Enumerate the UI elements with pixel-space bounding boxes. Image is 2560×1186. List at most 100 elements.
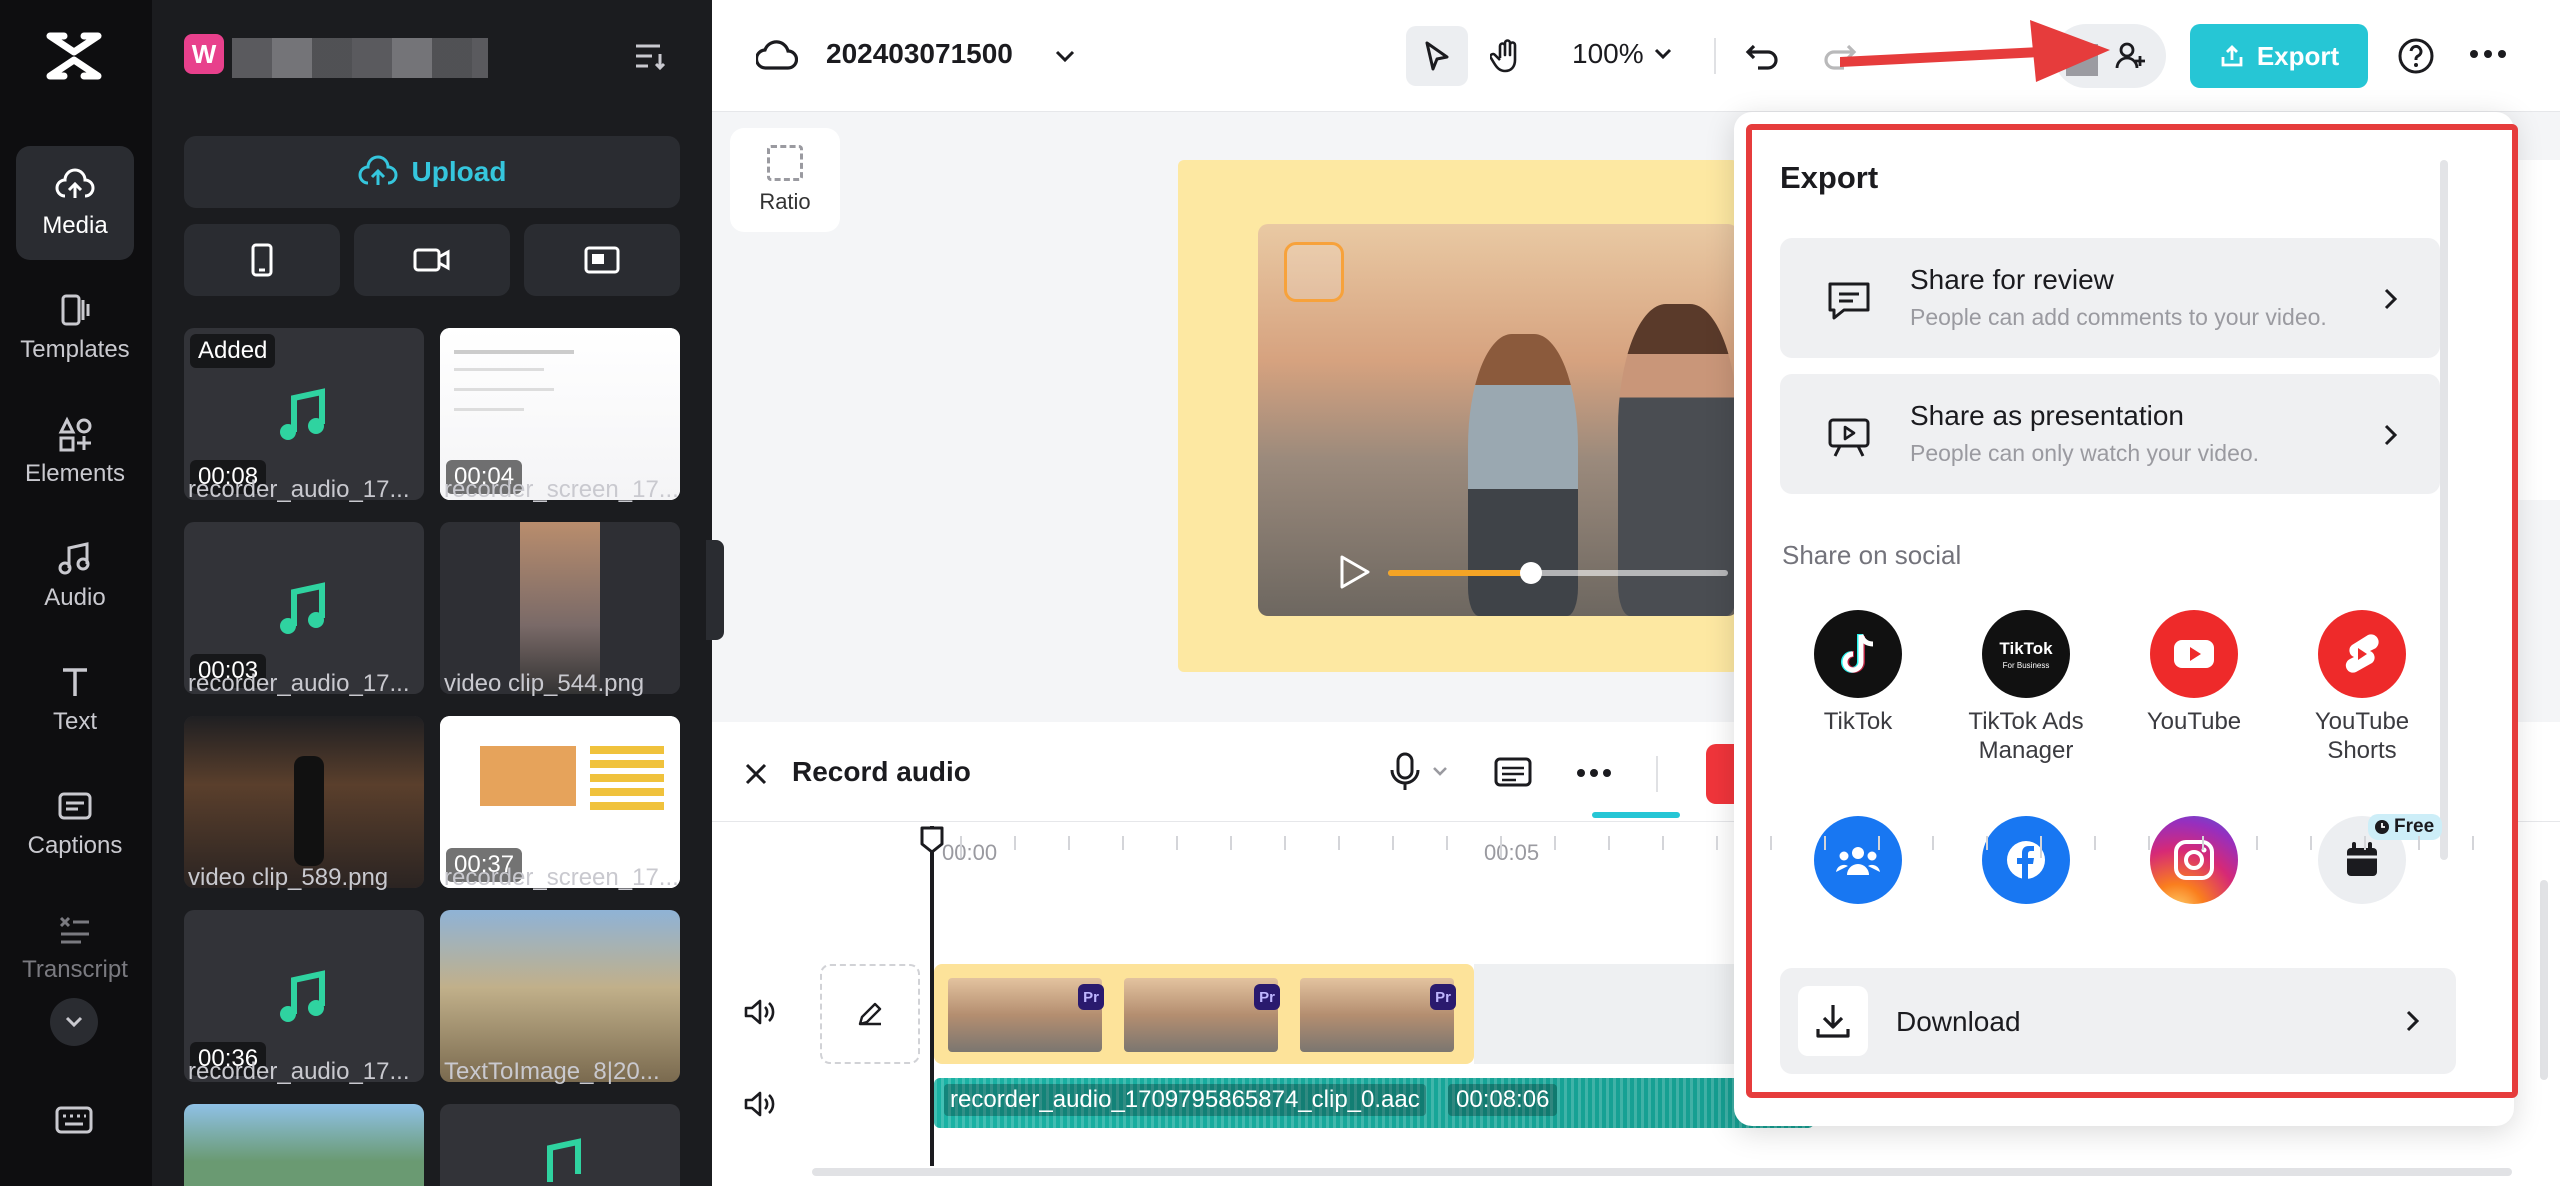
captions-icon xyxy=(58,792,92,820)
media-item[interactable] xyxy=(184,716,424,888)
cloud-upload-icon xyxy=(55,168,95,198)
rail-item-captions[interactable]: Captions xyxy=(16,766,134,880)
chevron-right-icon xyxy=(2384,424,2398,446)
subtitles-icon[interactable] xyxy=(1494,756,1532,788)
ruler-tick xyxy=(1608,836,1610,850)
free-label: Free xyxy=(2394,816,2435,837)
more-options-icon[interactable] xyxy=(1576,768,1612,778)
tiktok-icon xyxy=(1814,610,1902,698)
playhead[interactable] xyxy=(930,826,934,1166)
export-label: Export xyxy=(2256,40,2340,71)
media-item[interactable] xyxy=(440,522,680,694)
edit-track-button[interactable] xyxy=(820,964,920,1064)
media-item[interactable]: Added 00:08 xyxy=(184,328,424,500)
media-item[interactable] xyxy=(184,1104,424,1186)
rail-item-audio[interactable]: Audio xyxy=(16,518,134,632)
rail-label-audio: Audio xyxy=(44,584,106,611)
ruler-tick xyxy=(2364,836,2366,850)
social-instagram[interactable] xyxy=(2114,816,2274,904)
social-youtube[interactable]: YouTube xyxy=(2114,610,2274,737)
phone-upload-button[interactable] xyxy=(184,224,340,296)
social-youtube-shorts[interactable]: YouTube Shorts xyxy=(2282,610,2442,766)
rail-item-media[interactable]: Media xyxy=(16,146,134,260)
playhead-handle[interactable] xyxy=(918,824,946,856)
ratio-icon xyxy=(767,145,803,181)
ruler-tick xyxy=(2418,836,2420,850)
rail-label-elements: Elements xyxy=(24,460,126,487)
select-tool-button[interactable] xyxy=(1406,26,1468,86)
chevron-down-icon[interactable] xyxy=(1052,44,1078,68)
social-tiktok[interactable]: TikTok xyxy=(1778,610,1938,737)
undo-icon[interactable] xyxy=(1742,36,1782,76)
rail-item-elements[interactable]: Elements xyxy=(16,394,134,508)
play-icon[interactable] xyxy=(1338,554,1370,590)
audio-clip-name: recorder_audio_1709795865874_clip_0.aac xyxy=(944,1084,1426,1116)
social-tiktok-ads-manager[interactable]: TikTok For Business TikTok Ads Manager xyxy=(1946,610,2106,766)
timeline-vertical-scrollbar[interactable] xyxy=(2540,880,2548,1080)
music-note-icon xyxy=(280,388,325,440)
media-item[interactable]: 00:03 xyxy=(184,522,424,694)
rail-label-media: Media xyxy=(42,212,108,239)
social-facebook[interactable] xyxy=(1946,816,2106,904)
social-label: YouTube Shorts xyxy=(2314,708,2410,764)
project-title[interactable]: 202403071500 xyxy=(826,38,1013,70)
svg-text:For Business: For Business xyxy=(2003,661,2050,670)
workspace-name-blurred[interactable] xyxy=(232,38,488,78)
ruler-tick xyxy=(1446,836,1448,850)
media-item[interactable]: 00:04 xyxy=(440,328,680,500)
rail-item-templates[interactable]: Templates xyxy=(16,270,134,384)
upload-button[interactable]: Upload xyxy=(184,136,680,208)
ratio-button[interactable]: Ratio xyxy=(730,128,840,232)
workspace-avatar[interactable]: W xyxy=(184,34,224,74)
volume-icon[interactable] xyxy=(742,1088,778,1120)
rail-item-text[interactable]: Text xyxy=(16,642,134,756)
record-screen-button[interactable] xyxy=(524,224,680,296)
media-item[interactable]: 00:36 xyxy=(184,910,424,1082)
music-note-icon xyxy=(280,582,325,634)
playback-progress[interactable] xyxy=(1388,562,1728,584)
rail-expand-button[interactable] xyxy=(50,998,98,1046)
sort-icon[interactable] xyxy=(632,40,668,72)
record-video-button[interactable] xyxy=(354,224,510,296)
ruler-tick xyxy=(2310,836,2312,850)
ratio-label: Ratio xyxy=(759,189,811,214)
templates-icon xyxy=(61,294,90,326)
divider xyxy=(1714,38,1716,74)
download-row[interactable]: Download xyxy=(1780,968,2456,1074)
share-for-review-row[interactable]: Share for review People can add comments… xyxy=(1780,238,2440,358)
zoom-select[interactable]: 100% xyxy=(1572,38,1674,70)
media-item[interactable] xyxy=(440,1104,680,1186)
keyboard-icon[interactable] xyxy=(54,1100,94,1140)
zoom-value: 100% xyxy=(1572,38,1644,69)
chevron-right-icon xyxy=(2406,1010,2420,1032)
ruler-tick xyxy=(1014,836,1016,850)
youtube-icon xyxy=(2150,610,2238,698)
export-button[interactable]: Export xyxy=(2190,24,2368,88)
close-icon[interactable] xyxy=(742,760,770,788)
ruler-tick xyxy=(1932,836,1934,850)
annotation-arrow xyxy=(1840,20,2110,82)
ruler-tick xyxy=(1770,836,1772,850)
svg-text:TikTok: TikTok xyxy=(1999,639,2053,658)
social-label: TikTok Ads Manager xyxy=(1968,708,2084,764)
volume-icon[interactable] xyxy=(742,996,778,1028)
chevron-down-icon xyxy=(1654,48,1671,60)
rail-item-transcript[interactable]: Transcript xyxy=(16,890,134,1004)
ruler-tick xyxy=(1662,836,1664,850)
timeline-horizontal-scrollbar[interactable] xyxy=(812,1168,2512,1176)
help-icon[interactable] xyxy=(2396,36,2436,76)
media-item[interactable] xyxy=(440,910,680,1082)
hand-tool-button[interactable] xyxy=(1476,26,1538,86)
microphone-icon[interactable] xyxy=(1384,752,1454,792)
transcript-icon xyxy=(59,916,89,944)
screen-record-icon xyxy=(584,246,620,274)
media-item[interactable]: 00:37 xyxy=(440,716,680,888)
progress-knob[interactable] xyxy=(1519,562,1542,584)
video-preview[interactable] xyxy=(1178,160,1738,672)
social-facebook-groups[interactable] xyxy=(1778,816,1938,904)
more-options-icon[interactable] xyxy=(2468,48,2508,60)
panel-collapse-handle[interactable] xyxy=(706,540,724,640)
ruler-tick xyxy=(1878,836,1880,850)
cloud-sync-icon[interactable] xyxy=(756,36,798,76)
share-as-presentation-row[interactable]: Share as presentation People can only wa… xyxy=(1780,374,2440,494)
